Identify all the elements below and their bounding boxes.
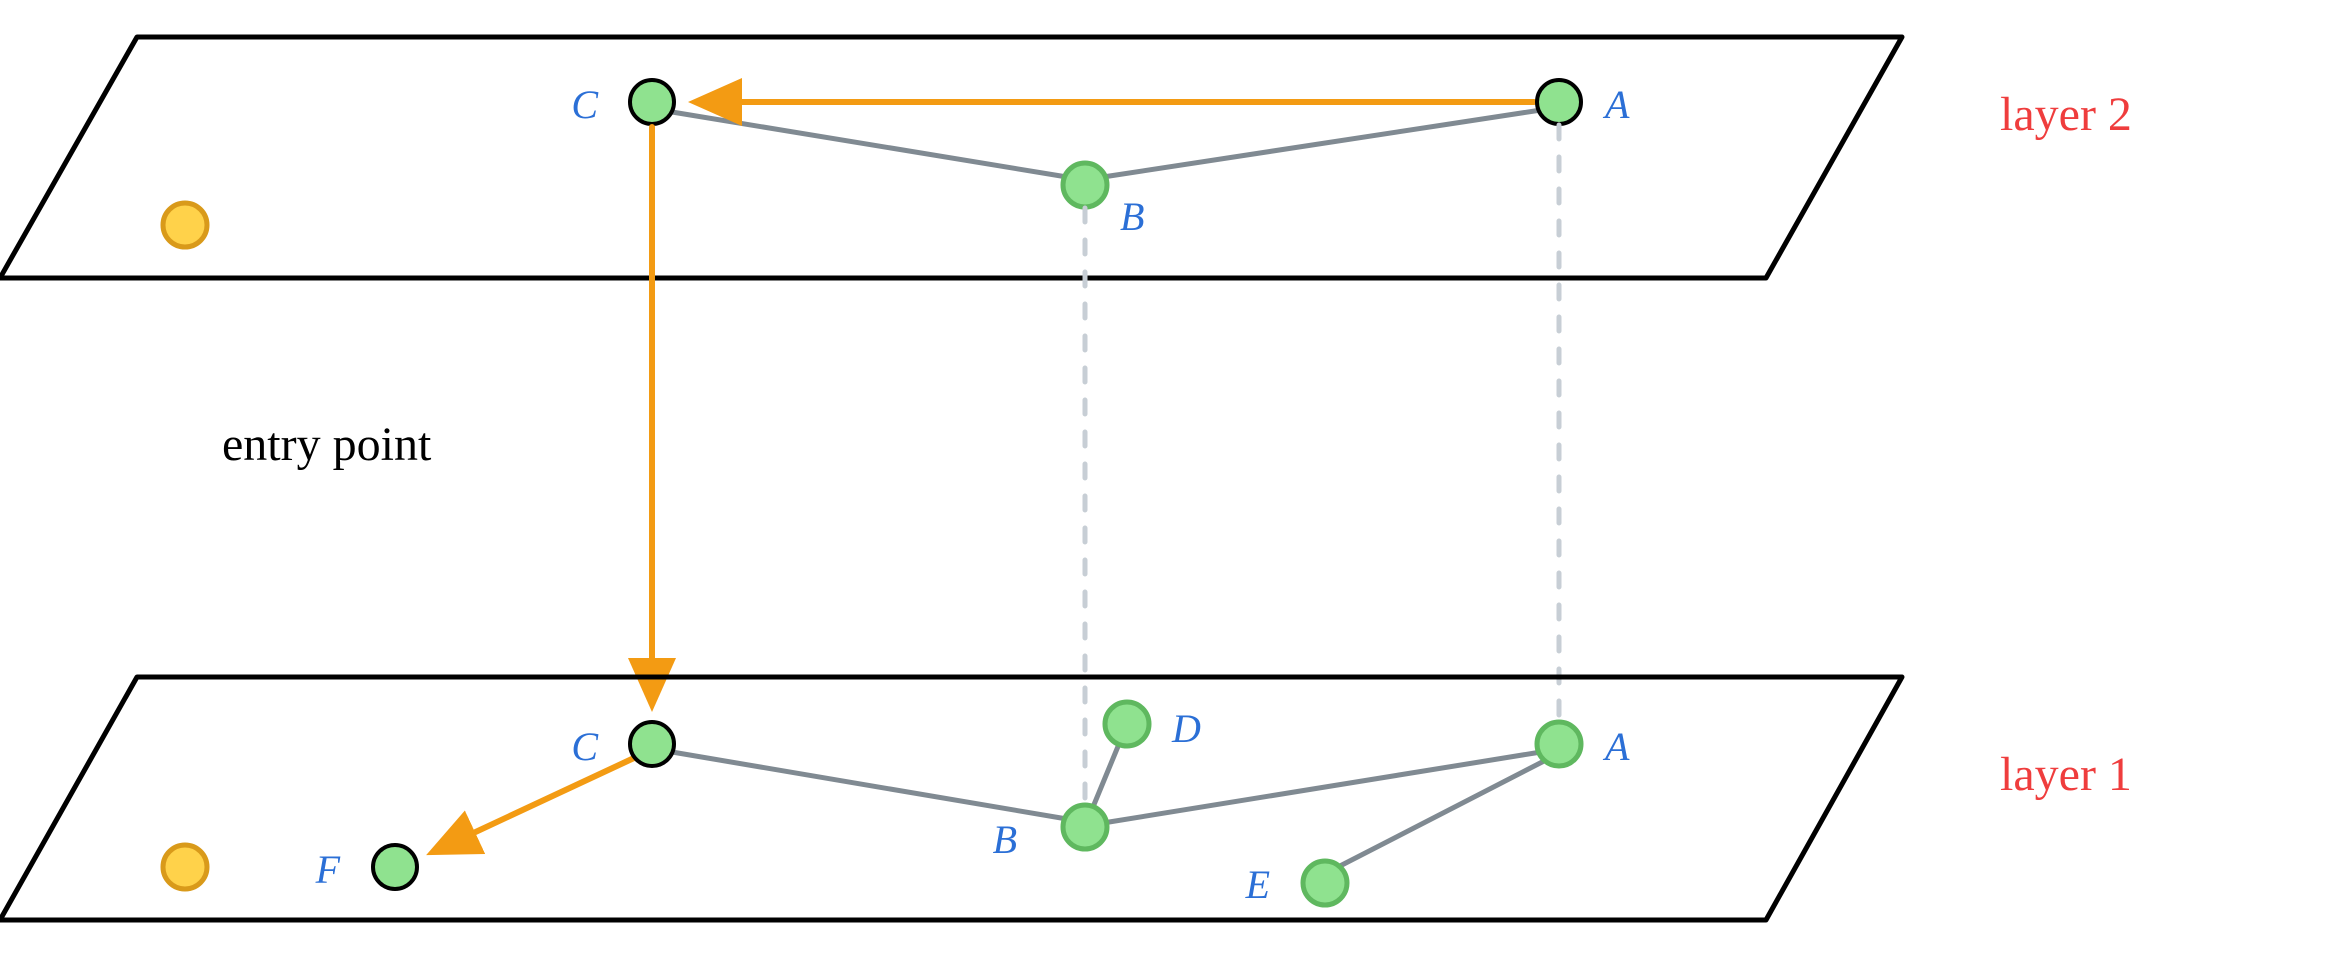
label-c-l1: C — [571, 724, 599, 769]
label-a-l1: A — [1602, 724, 1630, 769]
node-c-l1 — [630, 722, 674, 766]
label-c-l2: C — [571, 82, 599, 127]
edge-b-d-l1 — [1093, 744, 1119, 807]
label-b-l1: B — [993, 817, 1017, 862]
node-e-l1 — [1303, 861, 1347, 905]
layer-1: C D A B E F — [0, 677, 1902, 920]
arrow-c-to-f — [437, 758, 634, 850]
edge-c-b-l2 — [672, 112, 1067, 177]
layer1-title: layer 1 — [2000, 748, 2132, 801]
node-f-l1 — [373, 845, 417, 889]
node-b-l1 — [1063, 805, 1107, 849]
node-c-l2 — [630, 80, 674, 124]
edge-b-a-l1 — [1103, 752, 1541, 823]
node-b-l2 — [1063, 163, 1107, 207]
label-e-l1: E — [1245, 862, 1270, 907]
hnsw-diagram: C A B C D A B E F layer 2 layer 1 — [0, 0, 2341, 960]
edge-a-e-l1 — [1338, 760, 1546, 867]
label-d-l1: D — [1171, 706, 1201, 751]
label-f-l1: F — [315, 847, 341, 892]
label-a-l2: A — [1602, 82, 1630, 127]
node-d-l1 — [1105, 702, 1149, 746]
edge-b-a-l2 — [1103, 110, 1541, 177]
query-node-l2 — [163, 203, 207, 247]
node-a-l2 — [1537, 80, 1581, 124]
label-b-l2: B — [1120, 194, 1144, 239]
layer-2: C A B — [0, 37, 1902, 278]
node-a-l1 — [1537, 722, 1581, 766]
layer2-title: layer 2 — [2000, 88, 2132, 141]
edge-c-b-l1 — [672, 752, 1067, 819]
query-node-l1 — [163, 845, 207, 889]
entry-point-label: entry point — [222, 418, 432, 471]
